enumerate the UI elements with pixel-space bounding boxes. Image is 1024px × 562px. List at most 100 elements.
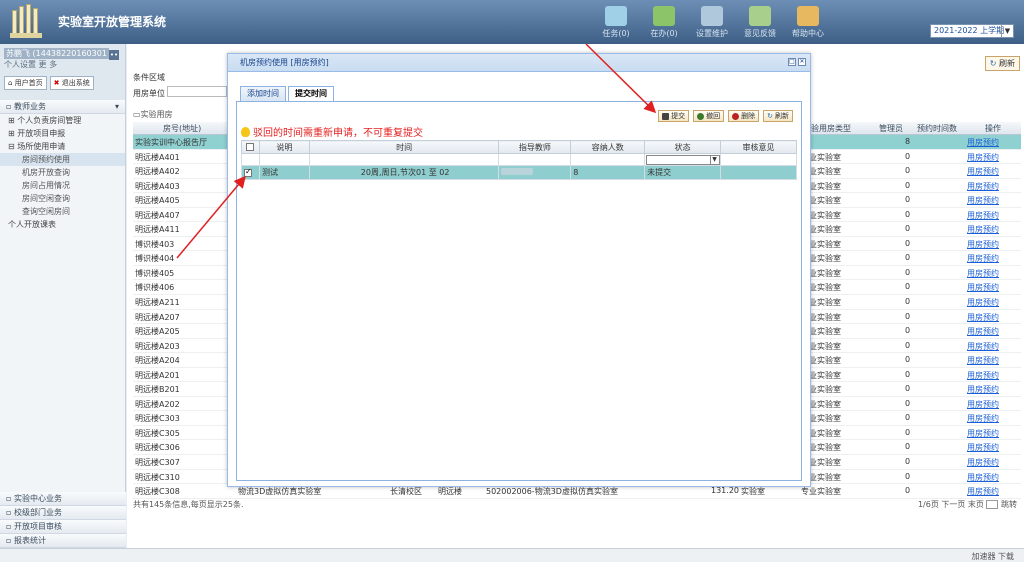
book-room-link[interactable]: 用房预约 [967,137,999,148]
book-room-link[interactable]: 用房预约 [967,384,999,395]
room-name: 明远楼A211 [135,298,180,308]
section-bottom-0[interactable]: ▫ 实验中心业务 [0,492,126,506]
refresh-button[interactable]: ↻ 刷新 [984,56,1020,71]
page-input[interactable] [986,500,999,509]
tab-1[interactable]: 提交时间 [288,86,334,101]
col-count[interactable]: 预约时间数 [917,123,957,134]
room-name: 明远楼C306 [135,443,180,453]
settings-icon [701,6,723,26]
chevron-down-icon: ▼ [709,155,719,164]
feedback-icon [749,6,771,26]
sidebar-bottom-sections: ▫ 实验中心业务 ▫ 校级部门业务 ▫ 开放项目审核 ▫ 报表统计 [0,492,126,548]
close-icon[interactable]: ✕ [798,58,806,66]
room-name: 明远楼B201 [135,385,180,395]
book-room-link[interactable]: 用房预约 [967,195,999,206]
withdraw-icon [697,112,705,120]
booking-count: 0 [905,413,911,423]
nav-item-2[interactable]: 设置维护 [688,4,736,39]
term-select[interactable]: 2021-2022 上学期 ▼ [930,24,1014,38]
book-room-link[interactable]: 用房预约 [967,472,999,483]
sidebar-item-0[interactable]: ⊞ 个人负责房间管理 [0,114,125,127]
sidebar-item-6[interactable]: 房间空闲查询 [0,192,125,205]
row-desc: 测试 [258,165,310,180]
pager[interactable]: 1/6页 下一页 末页 [918,500,984,509]
sidebar-item-5[interactable]: 房间占用情况 [0,179,125,192]
sidebar-item-7[interactable]: 查询空闲房间 [0,205,125,218]
sidebar-item-2[interactable]: ⊟ 场所使用申请 [0,140,125,153]
user-info[interactable]: 个人设置 更 多 [4,59,121,70]
row-checkbox[interactable] [244,167,252,177]
book-room-link[interactable]: 用房预约 [967,152,999,163]
sidebar-item-3[interactable]: 房间预约使用 [0,153,125,166]
section-bottom-1[interactable]: ▫ 校级部门业务 [0,506,126,520]
col-status: 状态 [644,140,722,154]
nav-item-4[interactable]: 帮助中心 [784,4,832,39]
book-room-link[interactable]: 用房预约 [967,428,999,439]
collapse-icon[interactable]: •• [109,50,119,60]
booking-count: 0 [905,282,911,292]
book-room-link[interactable]: 用房预约 [967,253,999,264]
book-room-link[interactable]: 用房预约 [967,268,999,279]
booking-count: 0 [905,297,911,307]
jump-button[interactable]: 跳转 [1001,500,1017,509]
lightbulb-icon [241,126,250,137]
submit-button[interactable]: 提交 [658,110,690,122]
booking-count: 0 [905,486,911,496]
unit-input[interactable] [167,86,227,97]
book-room-link[interactable]: 用房预约 [967,239,999,250]
book-room-link[interactable]: 用房预约 [967,341,999,352]
logout-button[interactable]: ✖ 退出系统 [49,76,94,90]
withdraw-button[interactable]: 撤回 [693,110,725,122]
booking-count: 0 [905,224,911,234]
tree-toggle-icon: ⊞ [8,129,15,138]
booking-count: 0 [905,442,911,452]
room-type: 专业实验室 [801,487,841,497]
col-time: 时间 [308,140,500,154]
tab-0[interactable]: 添加时间 [240,86,286,101]
col-room[interactable]: 房号(地址) [163,123,201,134]
book-room-link[interactable]: 用房预约 [967,457,999,468]
book-room-link[interactable]: 用房预约 [967,282,999,293]
select-all-checkbox[interactable] [246,143,255,151]
status-filter-select[interactable]: ▼ [645,154,720,165]
room-name: 明远楼A205 [135,327,180,337]
row-capacity: 8 [570,165,646,180]
modal-refresh-button[interactable]: ↻ 刷新 [763,110,793,122]
delete-button[interactable]: 删除 [728,110,760,122]
booking-count: 0 [905,326,911,336]
nav-item-0[interactable]: 任务(0) [592,4,640,39]
booking-count: 0 [905,151,911,161]
table-row[interactable]: 测试 20周,周日,节次01 至 02 8 未提交 [241,165,797,180]
booking-count: 0 [905,209,911,219]
book-room-link[interactable]: 用房预约 [967,210,999,221]
row-time: 20周,周日,节次01 至 02 [308,165,500,180]
book-room-link[interactable]: 用房预约 [967,181,999,192]
sidebar-item-8[interactable]: 个人开放课表 [0,218,125,231]
section-bottom-2[interactable]: ▫ 开放项目审核 [0,520,126,534]
book-room-link[interactable]: 用房预约 [967,312,999,323]
book-room-link[interactable]: 用房预约 [967,370,999,381]
nav-item-1[interactable]: 在办(0) [640,4,688,39]
home-button[interactable]: ⌂ 用户首页 [4,76,47,90]
book-room-link[interactable]: 用房预约 [967,355,999,366]
col-admin[interactable]: 管理员 [879,123,903,134]
book-room-link[interactable]: 用房预约 [967,224,999,235]
book-room-link[interactable]: 用房预约 [967,166,999,177]
book-room-link[interactable]: 用房预约 [967,326,999,337]
book-room-link[interactable]: 用房预约 [967,413,999,424]
nav-item-3[interactable]: 意见反馈 [736,4,784,39]
booking-count: 0 [905,398,911,408]
book-room-link[interactable]: 用房预约 [967,297,999,308]
book-room-link[interactable]: 用房预约 [967,486,999,497]
booking-count: 0 [905,457,911,467]
sidebar-item-4[interactable]: 机房开放查询 [0,166,125,179]
section-teacher[interactable]: ▫ 教师业务 ▾ [0,100,125,114]
chevron-down-icon[interactable]: ▼ [1001,25,1013,37]
maximize-icon[interactable]: □ [788,58,796,66]
book-room-link[interactable]: 用房预约 [967,442,999,453]
book-room-link[interactable]: 用房预约 [967,399,999,410]
sidebar-item-1[interactable]: ⊞ 开放项目申报 [0,127,125,140]
booking-count: 0 [905,180,911,190]
room-name: 明远楼C310 [135,472,180,482]
section-bottom-3[interactable]: ▫ 报表统计 [0,534,126,548]
